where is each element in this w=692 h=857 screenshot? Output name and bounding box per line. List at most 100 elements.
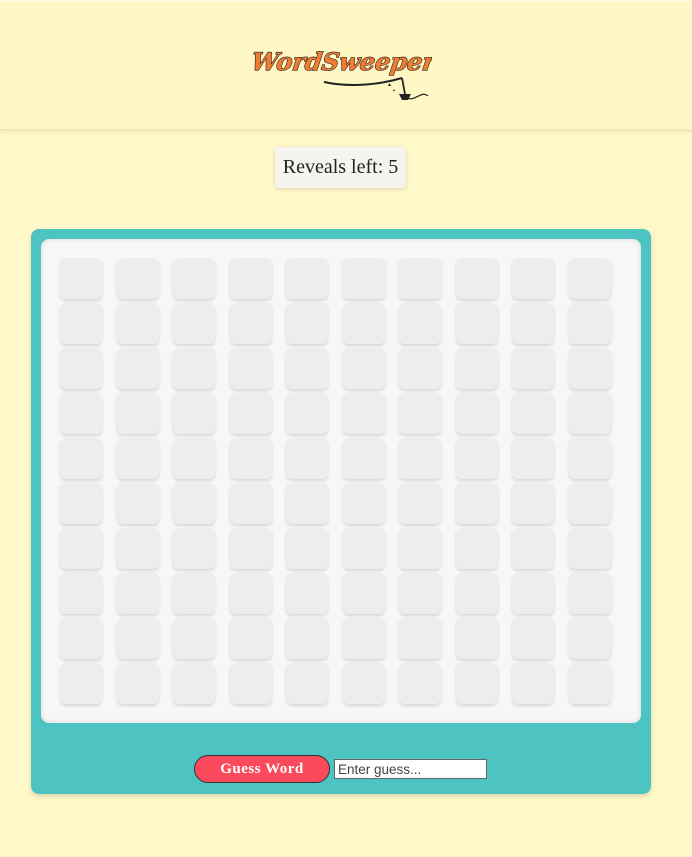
grid-tile[interactable] — [342, 528, 385, 569]
grid-tile[interactable] — [286, 303, 328, 344]
grid-tile[interactable] — [116, 393, 159, 434]
grid-tile[interactable] — [229, 438, 272, 479]
grid-tile[interactable] — [60, 303, 102, 344]
grid-tile[interactable] — [342, 393, 385, 434]
grid-tile[interactable] — [455, 303, 498, 344]
grid-tile[interactable] — [229, 618, 272, 659]
grid-tile[interactable] — [286, 528, 328, 569]
grid-tile[interactable] — [286, 663, 328, 704]
grid-tile[interactable] — [229, 303, 272, 344]
grid-tile[interactable] — [512, 663, 554, 704]
grid-tile[interactable] — [286, 393, 328, 434]
grid-tile[interactable] — [173, 258, 215, 299]
grid-tile[interactable] — [455, 528, 498, 569]
grid-tile[interactable] — [399, 258, 441, 299]
grid-tile[interactable] — [342, 303, 385, 344]
grid-tile[interactable] — [455, 438, 498, 479]
grid-tile[interactable] — [455, 348, 498, 389]
grid-tile[interactable] — [229, 393, 272, 434]
grid-tile[interactable] — [229, 348, 272, 389]
grid-tile[interactable] — [286, 618, 328, 659]
grid-tile[interactable] — [60, 528, 102, 569]
grid-tile[interactable] — [568, 663, 611, 704]
grid-tile[interactable] — [229, 258, 272, 299]
grid-tile[interactable] — [399, 303, 441, 344]
grid-tile[interactable] — [173, 483, 215, 524]
grid-tile[interactable] — [342, 573, 385, 614]
grid-tile[interactable] — [455, 618, 498, 659]
grid-tile[interactable] — [116, 303, 159, 344]
grid-tile[interactable] — [342, 348, 385, 389]
grid-tile[interactable] — [568, 348, 611, 389]
grid-tile[interactable] — [173, 303, 215, 344]
grid-tile[interactable] — [512, 438, 554, 479]
grid-tile[interactable] — [60, 483, 102, 524]
grid-tile[interactable] — [512, 618, 554, 659]
grid-tile[interactable] — [116, 348, 159, 389]
grid-tile[interactable] — [60, 573, 102, 614]
grid-tile[interactable] — [229, 573, 272, 614]
grid-tile[interactable] — [512, 258, 554, 299]
grid-tile[interactable] — [173, 393, 215, 434]
grid-tile[interactable] — [116, 528, 159, 569]
grid-tile[interactable] — [568, 618, 611, 659]
grid-tile[interactable] — [342, 618, 385, 659]
grid-tile[interactable] — [568, 528, 611, 569]
grid-tile[interactable] — [512, 483, 554, 524]
grid-tile[interactable] — [568, 393, 611, 434]
grid-tile[interactable] — [399, 573, 441, 614]
grid-tile[interactable] — [173, 618, 215, 659]
grid-tile[interactable] — [512, 348, 554, 389]
grid-tile[interactable] — [342, 438, 385, 479]
grid-tile[interactable] — [173, 663, 215, 704]
guess-word-button[interactable]: Guess Word — [194, 755, 330, 783]
grid-tile[interactable] — [173, 348, 215, 389]
grid-tile[interactable] — [342, 483, 385, 524]
grid-tile[interactable] — [286, 573, 328, 614]
grid-tile[interactable] — [512, 303, 554, 344]
grid-tile[interactable] — [399, 438, 441, 479]
grid-tile[interactable] — [173, 528, 215, 569]
grid-tile[interactable] — [116, 483, 159, 524]
grid-tile[interactable] — [568, 573, 611, 614]
grid-tile[interactable] — [399, 528, 441, 569]
guess-input[interactable] — [334, 759, 487, 779]
grid-tile[interactable] — [116, 258, 159, 299]
grid-tile[interactable] — [455, 258, 498, 299]
grid-tile[interactable] — [116, 438, 159, 479]
grid-tile[interactable] — [60, 393, 102, 434]
grid-tile[interactable] — [116, 663, 159, 704]
grid-tile[interactable] — [455, 483, 498, 524]
grid-tile[interactable] — [455, 573, 498, 614]
grid-tile[interactable] — [286, 483, 328, 524]
grid-tile[interactable] — [568, 438, 611, 479]
grid-tile[interactable] — [512, 393, 554, 434]
grid-tile[interactable] — [568, 303, 611, 344]
grid-tile[interactable] — [399, 483, 441, 524]
grid-tile[interactable] — [229, 483, 272, 524]
grid-tile[interactable] — [512, 573, 554, 614]
grid-tile[interactable] — [399, 618, 441, 659]
grid-tile[interactable] — [568, 483, 611, 524]
grid-tile[interactable] — [60, 663, 102, 704]
grid-tile[interactable] — [60, 618, 102, 659]
grid-tile[interactable] — [116, 573, 159, 614]
grid-tile[interactable] — [455, 393, 498, 434]
grid-tile[interactable] — [568, 258, 611, 299]
grid-tile[interactable] — [60, 258, 102, 299]
grid-tile[interactable] — [229, 528, 272, 569]
grid-tile[interactable] — [399, 663, 441, 704]
grid-tile[interactable] — [229, 663, 272, 704]
grid-tile[interactable] — [286, 258, 328, 299]
grid-tile[interactable] — [399, 348, 441, 389]
grid-tile[interactable] — [173, 438, 215, 479]
grid-tile[interactable] — [173, 573, 215, 614]
grid-tile[interactable] — [399, 393, 441, 434]
grid-tile[interactable] — [342, 258, 385, 299]
grid-tile[interactable] — [512, 528, 554, 569]
grid-tile[interactable] — [60, 348, 102, 389]
grid-tile[interactable] — [286, 438, 328, 479]
grid-tile[interactable] — [286, 348, 328, 389]
grid-tile[interactable] — [455, 663, 498, 704]
grid-tile[interactable] — [116, 618, 159, 659]
